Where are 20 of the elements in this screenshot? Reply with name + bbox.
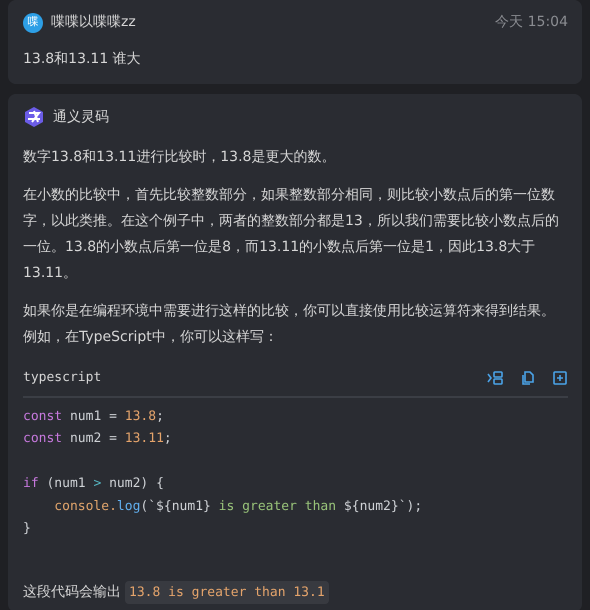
code-language: typescript: [23, 369, 102, 387]
question-text: 13.8和13.11 谁大: [23, 50, 142, 69]
insert-icon[interactable]: [552, 370, 568, 386]
code-line: const num2 = 13.11;: [23, 430, 172, 448]
answer-paragraph: 如果你是在编程环境中需要进行这样的比较，你可以直接使用比较运算符来得到结果。例如，在TypeScript中，你可以这样写：: [23, 302, 556, 347]
output-label: 这段代码会输出: [23, 582, 121, 602]
user-name: 喋喋以喋喋zz: [51, 13, 136, 32]
wrap-lines-icon[interactable]: [486, 370, 504, 386]
code-line: if (num1 > num2) {: [23, 475, 164, 493]
assistant-name: 通义灵码: [53, 108, 109, 126]
code-line: const num1 = 13.8;: [23, 408, 164, 426]
answer-paragraph: 在小数的比较中，首先比较整数部分，如果整数部分相同，则比较小数点后的第一位数字，以此类推。在这个例子中，两者的整数部分都是13，所以我们需要比较小数点后的一位。13.8的小数点后第一位是8，而13.11的小数点后第一位是1，因此13.8大于13.11。: [23, 186, 560, 283]
answer-paragraph: 数字13.8和13.11进行比较时，13.8是更大的数。: [23, 148, 336, 167]
avatar: 喋: [23, 12, 43, 32]
code-line: }: [23, 520, 31, 538]
assistant-logo-icon: [23, 106, 45, 128]
message-time: 今天 15:04: [495, 13, 568, 32]
code-line: console.log(`${num1} is greater than ${num2}`);: [54, 498, 422, 516]
inline-code: 13.8 is greater than 13.1: [125, 580, 329, 604]
copy-icon[interactable]: [520, 370, 536, 386]
